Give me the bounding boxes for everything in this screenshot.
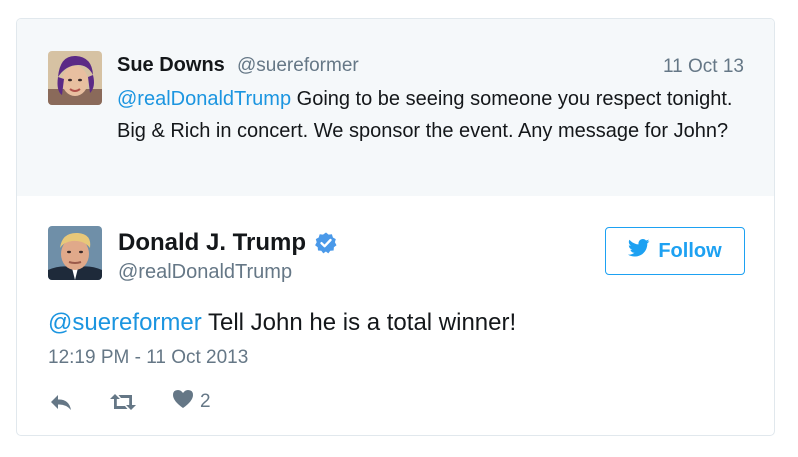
reply-text: @realDonaldTrump Going to be seeing some… xyxy=(117,83,737,147)
retweet-icon[interactable] xyxy=(108,392,138,412)
reply-mention-link[interactable]: @realDonaldTrump xyxy=(117,88,291,110)
reply-author-name[interactable]: Sue Downs xyxy=(117,54,225,77)
donald-trump-avatar[interactable] xyxy=(48,226,102,280)
tweet-text: @suereformer Tell John he is a total win… xyxy=(48,309,516,337)
verified-badge-icon xyxy=(314,231,338,255)
tweet-mention-link[interactable]: @suereformer xyxy=(48,309,202,336)
tweet-author-name[interactable]: Donald J. Trump xyxy=(118,229,306,257)
like-count: 2 xyxy=(200,390,211,412)
parent-tweet[interactable]: Sue Downs @suereformer 11 Oct 13 @realDo… xyxy=(17,19,774,196)
tweet-author-handle[interactable]: @realDonaldTrump xyxy=(118,261,292,284)
embedded-tweet-card: Sue Downs @suereformer 11 Oct 13 @realDo… xyxy=(16,18,775,436)
reply-author-handle[interactable]: @suereformer xyxy=(237,55,359,77)
follow-label: Follow xyxy=(658,239,722,262)
sue-downs-avatar[interactable] xyxy=(48,51,102,105)
bird-icon xyxy=(628,239,650,263)
tweet-actions: 2 xyxy=(48,389,245,414)
reply-icon[interactable] xyxy=(48,392,74,412)
follow-button[interactable]: Follow xyxy=(605,227,745,275)
tweet-timestamp[interactable]: 12:19 PM - 11 Oct 2013 xyxy=(48,347,248,369)
heart-icon xyxy=(172,389,194,414)
reply-date[interactable]: 11 Oct 13 xyxy=(663,56,744,78)
tweet-body-text: Tell John he is a total winner! xyxy=(201,309,517,336)
tweet-author-name-row[interactable]: Donald J. Trump xyxy=(118,229,338,257)
like-action[interactable]: 2 xyxy=(172,389,211,414)
